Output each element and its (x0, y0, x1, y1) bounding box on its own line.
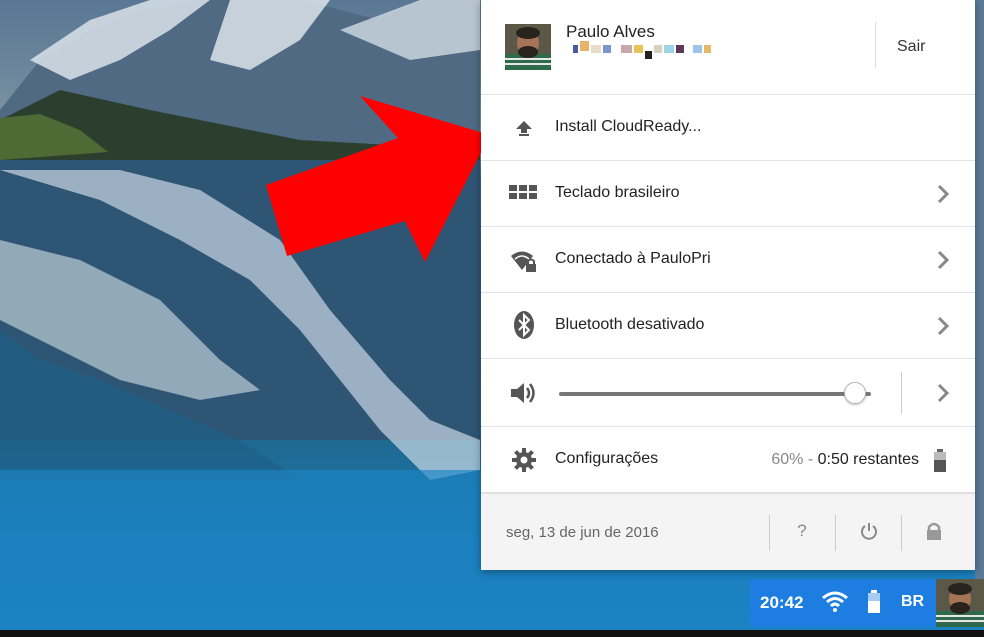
help-button[interactable]: ? (787, 516, 817, 546)
chevron-right-icon (937, 250, 950, 270)
lock-button[interactable] (919, 516, 949, 546)
user-name: Paulo Alves (566, 22, 655, 41)
signout-divider (875, 22, 876, 68)
settings-item[interactable]: Configurações 60% - 0:50 restantes (481, 427, 975, 493)
gear-icon (509, 445, 539, 475)
bluetooth-icon (509, 310, 539, 340)
battery-remaining: 0:50 restantes (817, 451, 919, 468)
settings-label: Configurações (555, 450, 659, 467)
footer-divider (901, 515, 902, 551)
network-label: Conectado à PauloPri (555, 250, 711, 267)
keyboard-icon (509, 178, 539, 208)
chevron-right-icon (937, 316, 950, 336)
power-icon (861, 523, 877, 540)
sign-out-button[interactable]: Sair (897, 38, 925, 56)
keyboard-label: Teclado brasileiro (555, 184, 680, 201)
volume-slider-track[interactable] (559, 392, 871, 396)
status-tray[interactable]: 20:42 BR (750, 579, 984, 627)
footer-divider (769, 515, 770, 551)
install-label: Install CloudReady... (555, 118, 702, 135)
user-avatar-small (936, 579, 984, 627)
bluetooth-item[interactable]: Bluetooth desativado (481, 293, 975, 359)
user-email-redacted (573, 41, 773, 61)
volume-divider (901, 372, 902, 414)
chevron-right-icon (937, 184, 950, 204)
user-card: Paulo Alves Sair (481, 0, 975, 95)
footer-divider (835, 515, 836, 551)
power-button[interactable] (854, 516, 884, 546)
date-label: seg, 13 de jun de 2016 (506, 524, 659, 541)
battery-icon (867, 590, 881, 619)
clock: 20:42 (760, 593, 804, 612)
battery-icon (933, 449, 947, 473)
user-avatar (505, 24, 551, 70)
upload-arrow-icon (509, 113, 539, 143)
shelf-edge (0, 630, 984, 637)
lock-icon (927, 522, 941, 540)
install-cloudready-item[interactable]: Install CloudReady... (481, 95, 975, 161)
bluetooth-label: Bluetooth desativado (555, 316, 705, 333)
keyboard-layout-indicator: BR (901, 593, 925, 610)
battery-status: 60% - 0:50 restantes (771, 451, 919, 469)
keyboard-layout-item[interactable]: Teclado brasileiro (481, 161, 975, 227)
wifi-lock-icon (509, 246, 539, 276)
chevron-right-icon[interactable] (931, 381, 955, 405)
speaker-icon[interactable] (509, 378, 539, 408)
battery-percent: 60% (771, 451, 804, 468)
tray-footer: seg, 13 de jun de 2016 ? (481, 493, 975, 570)
wifi-icon (822, 591, 848, 618)
battery-separator: - (803, 451, 818, 468)
system-tray-menu: Paulo Alves Sair Install CloudReady... T… (481, 0, 975, 570)
network-item[interactable]: Conectado à PauloPri (481, 227, 975, 293)
